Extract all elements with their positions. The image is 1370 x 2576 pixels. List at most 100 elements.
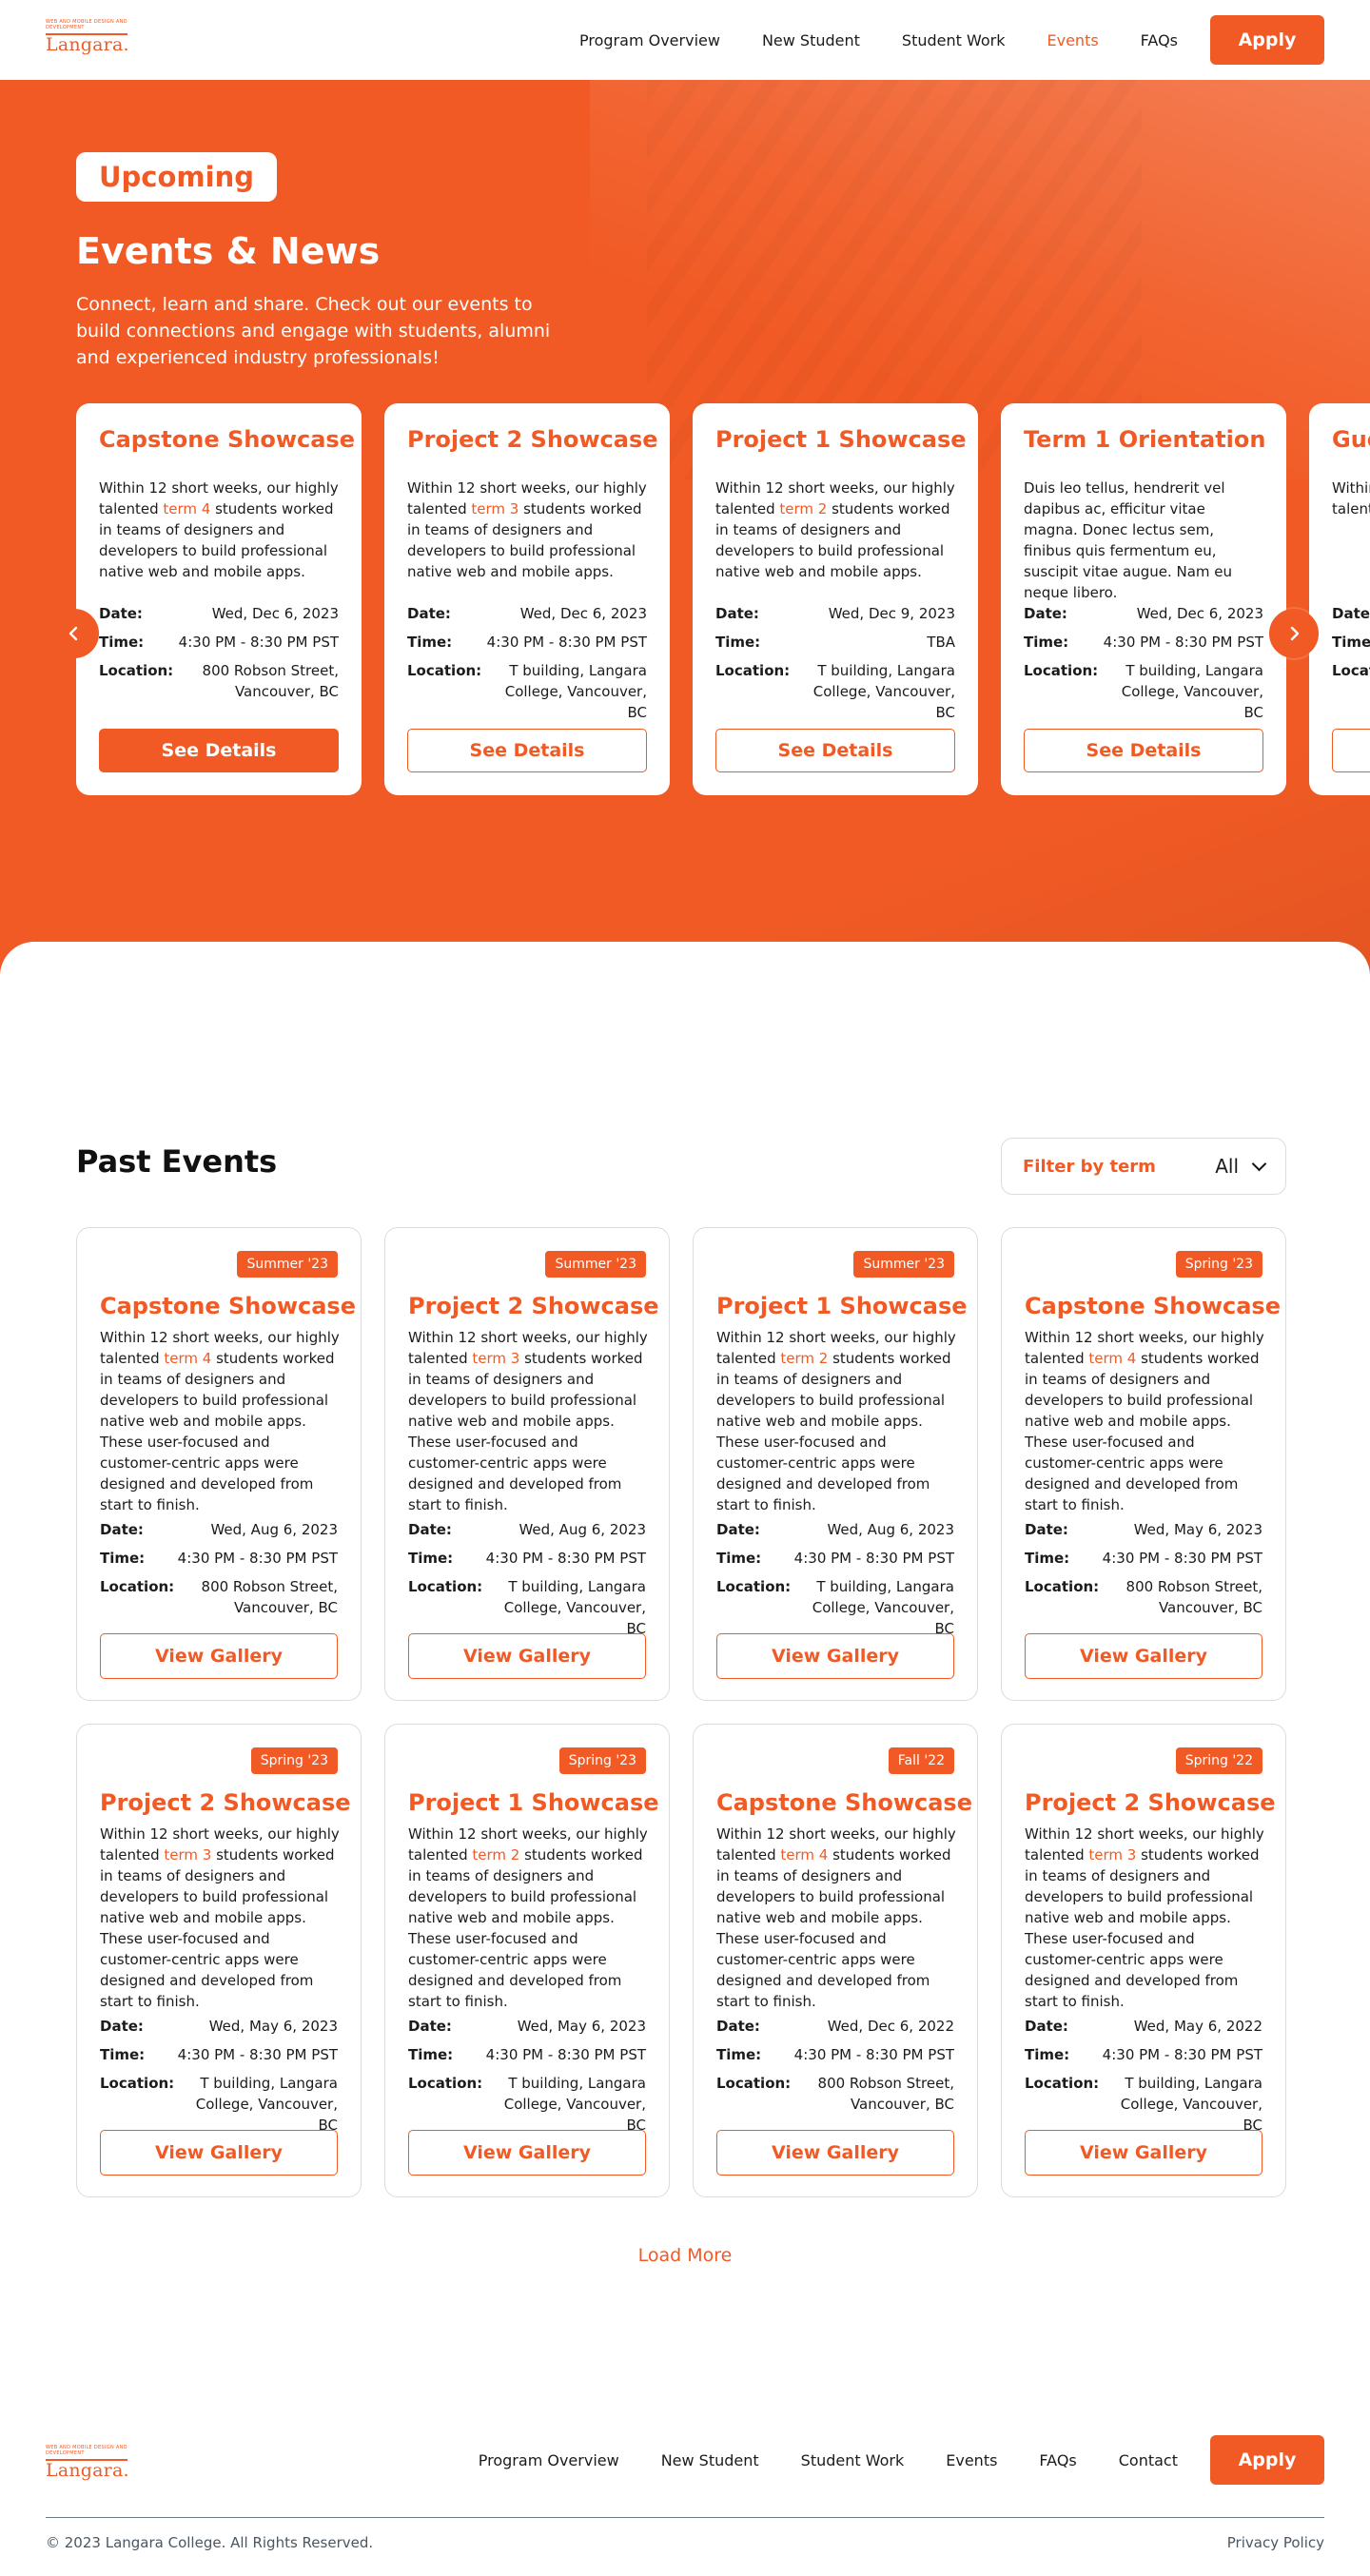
term-highlight: term 3 — [164, 1846, 212, 1864]
footer-nav-new-student[interactable]: New Student — [661, 2451, 759, 2469]
see-details-button[interactable]: See Details — [715, 729, 955, 772]
event-title: Project 1 Showcase — [715, 426, 967, 453]
view-gallery-button[interactable]: View Gallery — [1025, 2130, 1262, 2176]
event-title: Project 2 Showcase — [100, 1789, 351, 1816]
time-value: 4:30 PM - 8:30 PM PST — [1103, 634, 1263, 651]
nav-faqs[interactable]: FAQs — [1141, 31, 1178, 49]
description-text: Within 12 short weeks, our highly talent… — [1332, 479, 1370, 517]
term-badge: Summer '23 — [545, 1251, 646, 1278]
copyright-text: © 2023 Langara College. All Rights Reser… — [46, 2534, 374, 2551]
meta-row-location: Location: T building, Langara College, Va… — [408, 1576, 646, 1639]
upcoming-event-card[interactable]: Project 2 Showcase Within 12 short weeks,… — [384, 403, 670, 795]
see-details-button[interactable]: See Details — [1332, 729, 1370, 772]
time-value: 4:30 PM - 8:30 PM PST — [1102, 1550, 1262, 1567]
event-meta: Date: Wed, May 6, 2023 Time: 4:30 PM - 8:30… — [408, 2016, 646, 2143]
upcoming-event-card[interactable]: Term 1 Orientation Duis leo tellus, hendr… — [1001, 403, 1286, 795]
term-badge: Summer '23 — [853, 1251, 954, 1278]
footer-nav-program-overview[interactable]: Program Overview — [479, 2451, 619, 2469]
footer-langara-logo[interactable]: Web and Mobile Design and Development La… — [46, 2445, 129, 2487]
meta-row-time: Time: 4:30 PM - 8:30 PM PST — [408, 1548, 646, 1569]
meta-row-date: Date: Wed, Aug 6, 2023 — [716, 1519, 954, 1540]
see-details-button[interactable]: See Details — [407, 729, 647, 772]
term-badge: Spring '23 — [250, 1747, 338, 1774]
view-gallery-button[interactable]: View Gallery — [1025, 1633, 1262, 1679]
carousel-next-button[interactable] — [1269, 609, 1319, 658]
filter-by-term-dropdown[interactable]: Filter by term All — [1001, 1138, 1286, 1195]
event-title: Project 1 Showcase — [408, 1789, 659, 1816]
see-details-button[interactable]: See Details — [1024, 729, 1263, 772]
meta-row-location: Location: T building, Langara College, Va… — [408, 2073, 646, 2136]
term-highlight: term 4 — [1088, 1350, 1137, 1367]
see-details-button[interactable]: See Details — [99, 729, 339, 772]
event-meta: Date: Wed, May 6, 2023 Time: 4:30 PM - 8:30… — [100, 2016, 338, 2143]
view-gallery-button[interactable]: View Gallery — [716, 1633, 954, 1679]
meta-row-date: Date: Wed, May 6, 2022 — [1025, 2016, 1262, 2037]
time-value: 4:30 PM - 8:30 PM PST — [486, 634, 647, 651]
term-highlight: term 4 — [780, 1846, 829, 1864]
date-label: Date: — [99, 605, 143, 622]
event-description: Within 12 short weeks, our highly talent… — [1025, 1824, 1266, 2012]
date-label: Date: — [1025, 1521, 1068, 1538]
footer-apply-button[interactable]: Apply — [1210, 2435, 1324, 2485]
view-gallery-button[interactable]: View Gallery — [408, 1633, 646, 1679]
description-text: students worked in teams of designers an… — [100, 1846, 335, 2010]
upcoming-event-card[interactable]: Project 1 Showcase Within 12 short weeks,… — [693, 403, 978, 795]
past-event-card: Summer '23 Project 1 Showcase Within 12 sh… — [693, 1227, 978, 1701]
view-gallery-button[interactable]: View Gallery — [100, 1633, 338, 1679]
privacy-policy-link[interactable]: Privacy Policy — [1227, 2534, 1324, 2551]
load-more-link[interactable]: Load More — [0, 2245, 1370, 2266]
term-highlight: term 4 — [163, 500, 211, 517]
description-text: students worked in teams of designers an… — [408, 1846, 643, 2010]
view-gallery-button[interactable]: View Gallery — [408, 2130, 646, 2176]
location-value: T building, Langara College, Vancouver, … — [503, 2075, 646, 2134]
location-value: T building, Langara College, Vancouver, … — [812, 1578, 954, 1637]
date-label: Date: — [1332, 605, 1370, 622]
nav-student-work[interactable]: Student Work — [902, 31, 1006, 49]
apply-button[interactable]: Apply — [1210, 15, 1324, 65]
footer-nav-faqs[interactable]: FAQs — [1039, 2451, 1076, 2469]
nav-program-overview[interactable]: Program Overview — [579, 31, 720, 49]
time-value: 4:30 PM - 8:30 PM PST — [178, 634, 339, 651]
past-event-card: Spring '23 Capstone Showcase Within 12 sho… — [1001, 1227, 1286, 1701]
time-label: Time: — [1025, 2046, 1070, 2063]
term-badge: Summer '23 — [237, 1251, 338, 1278]
langara-logo[interactable]: Web and Mobile Design and Development La… — [46, 19, 129, 61]
meta-row-time: Time: — [1332, 632, 1370, 653]
time-label: Time: — [99, 634, 145, 651]
nav-events[interactable]: Events — [1047, 31, 1099, 49]
term-badge: Spring '23 — [1175, 1251, 1262, 1278]
event-meta: Date: Wed, Dec 6, 2023 Time: 4:30 PM - 8:30… — [407, 603, 647, 731]
view-gallery-button[interactable]: View Gallery — [100, 2130, 338, 2176]
meta-row-date: Date: Wed, Dec 6, 2022 — [716, 2016, 954, 2037]
carousel-prev-button[interactable] — [49, 609, 99, 658]
description-text: students worked in teams of designers an… — [100, 1350, 335, 1513]
meta-row-time: Time: 4:30 PM - 8:30 PM PST — [100, 2044, 338, 2065]
meta-row-location: Location: 800 Robson Street, Vancouver, B… — [99, 660, 339, 702]
description-text: students worked in teams of designers an… — [408, 1350, 643, 1513]
nav-new-student[interactable]: New Student — [762, 31, 860, 49]
term-highlight: term 4 — [164, 1350, 212, 1367]
date-value: Wed, Aug 6, 2023 — [519, 1521, 646, 1538]
event-description: Within 12 short weeks, our highly talent… — [716, 1327, 958, 1515]
footer-nav-student-work[interactable]: Student Work — [801, 2451, 905, 2469]
past-events-title: Past Events — [76, 1143, 278, 1180]
event-meta: Date: Wed, Dec 9, 2023 Time: TBA Location: T … — [715, 603, 955, 731]
event-title: Capstone Showcase — [99, 426, 355, 453]
chevron-right-icon — [1290, 626, 1300, 641]
time-label: Time: — [1332, 634, 1370, 651]
event-title: Capstone Showcase — [1025, 1293, 1281, 1319]
event-title: Guest Speaker — [1332, 426, 1370, 453]
upcoming-event-card[interactable]: Guest Speaker Within 12 short weeks, our … — [1309, 403, 1370, 795]
footer-nav-events[interactable]: Events — [946, 2451, 997, 2469]
date-value: Wed, May 6, 2023 — [1133, 1521, 1262, 1538]
meta-row-location: Location: T building, Langara College, Va… — [715, 660, 955, 723]
view-gallery-button[interactable]: View Gallery — [716, 2130, 954, 2176]
footer-nav-contact[interactable]: Contact — [1119, 2451, 1178, 2469]
time-value: 4:30 PM - 8:30 PM PST — [793, 2046, 954, 2063]
past-event-card: Summer '23 Project 2 Showcase Within 12 sh… — [384, 1227, 670, 1701]
time-value: 4:30 PM - 8:30 PM PST — [485, 2046, 646, 2063]
upcoming-event-card[interactable]: Capstone Showcase Within 12 short weeks, … — [76, 403, 362, 795]
event-meta: Date: Wed, Aug 6, 2023 Time: 4:30 PM - 8:30… — [100, 1519, 338, 1626]
date-value: Wed, Dec 6, 2023 — [519, 605, 647, 622]
location-value: 800 Robson Street, Vancouver, BC — [201, 1578, 338, 1616]
